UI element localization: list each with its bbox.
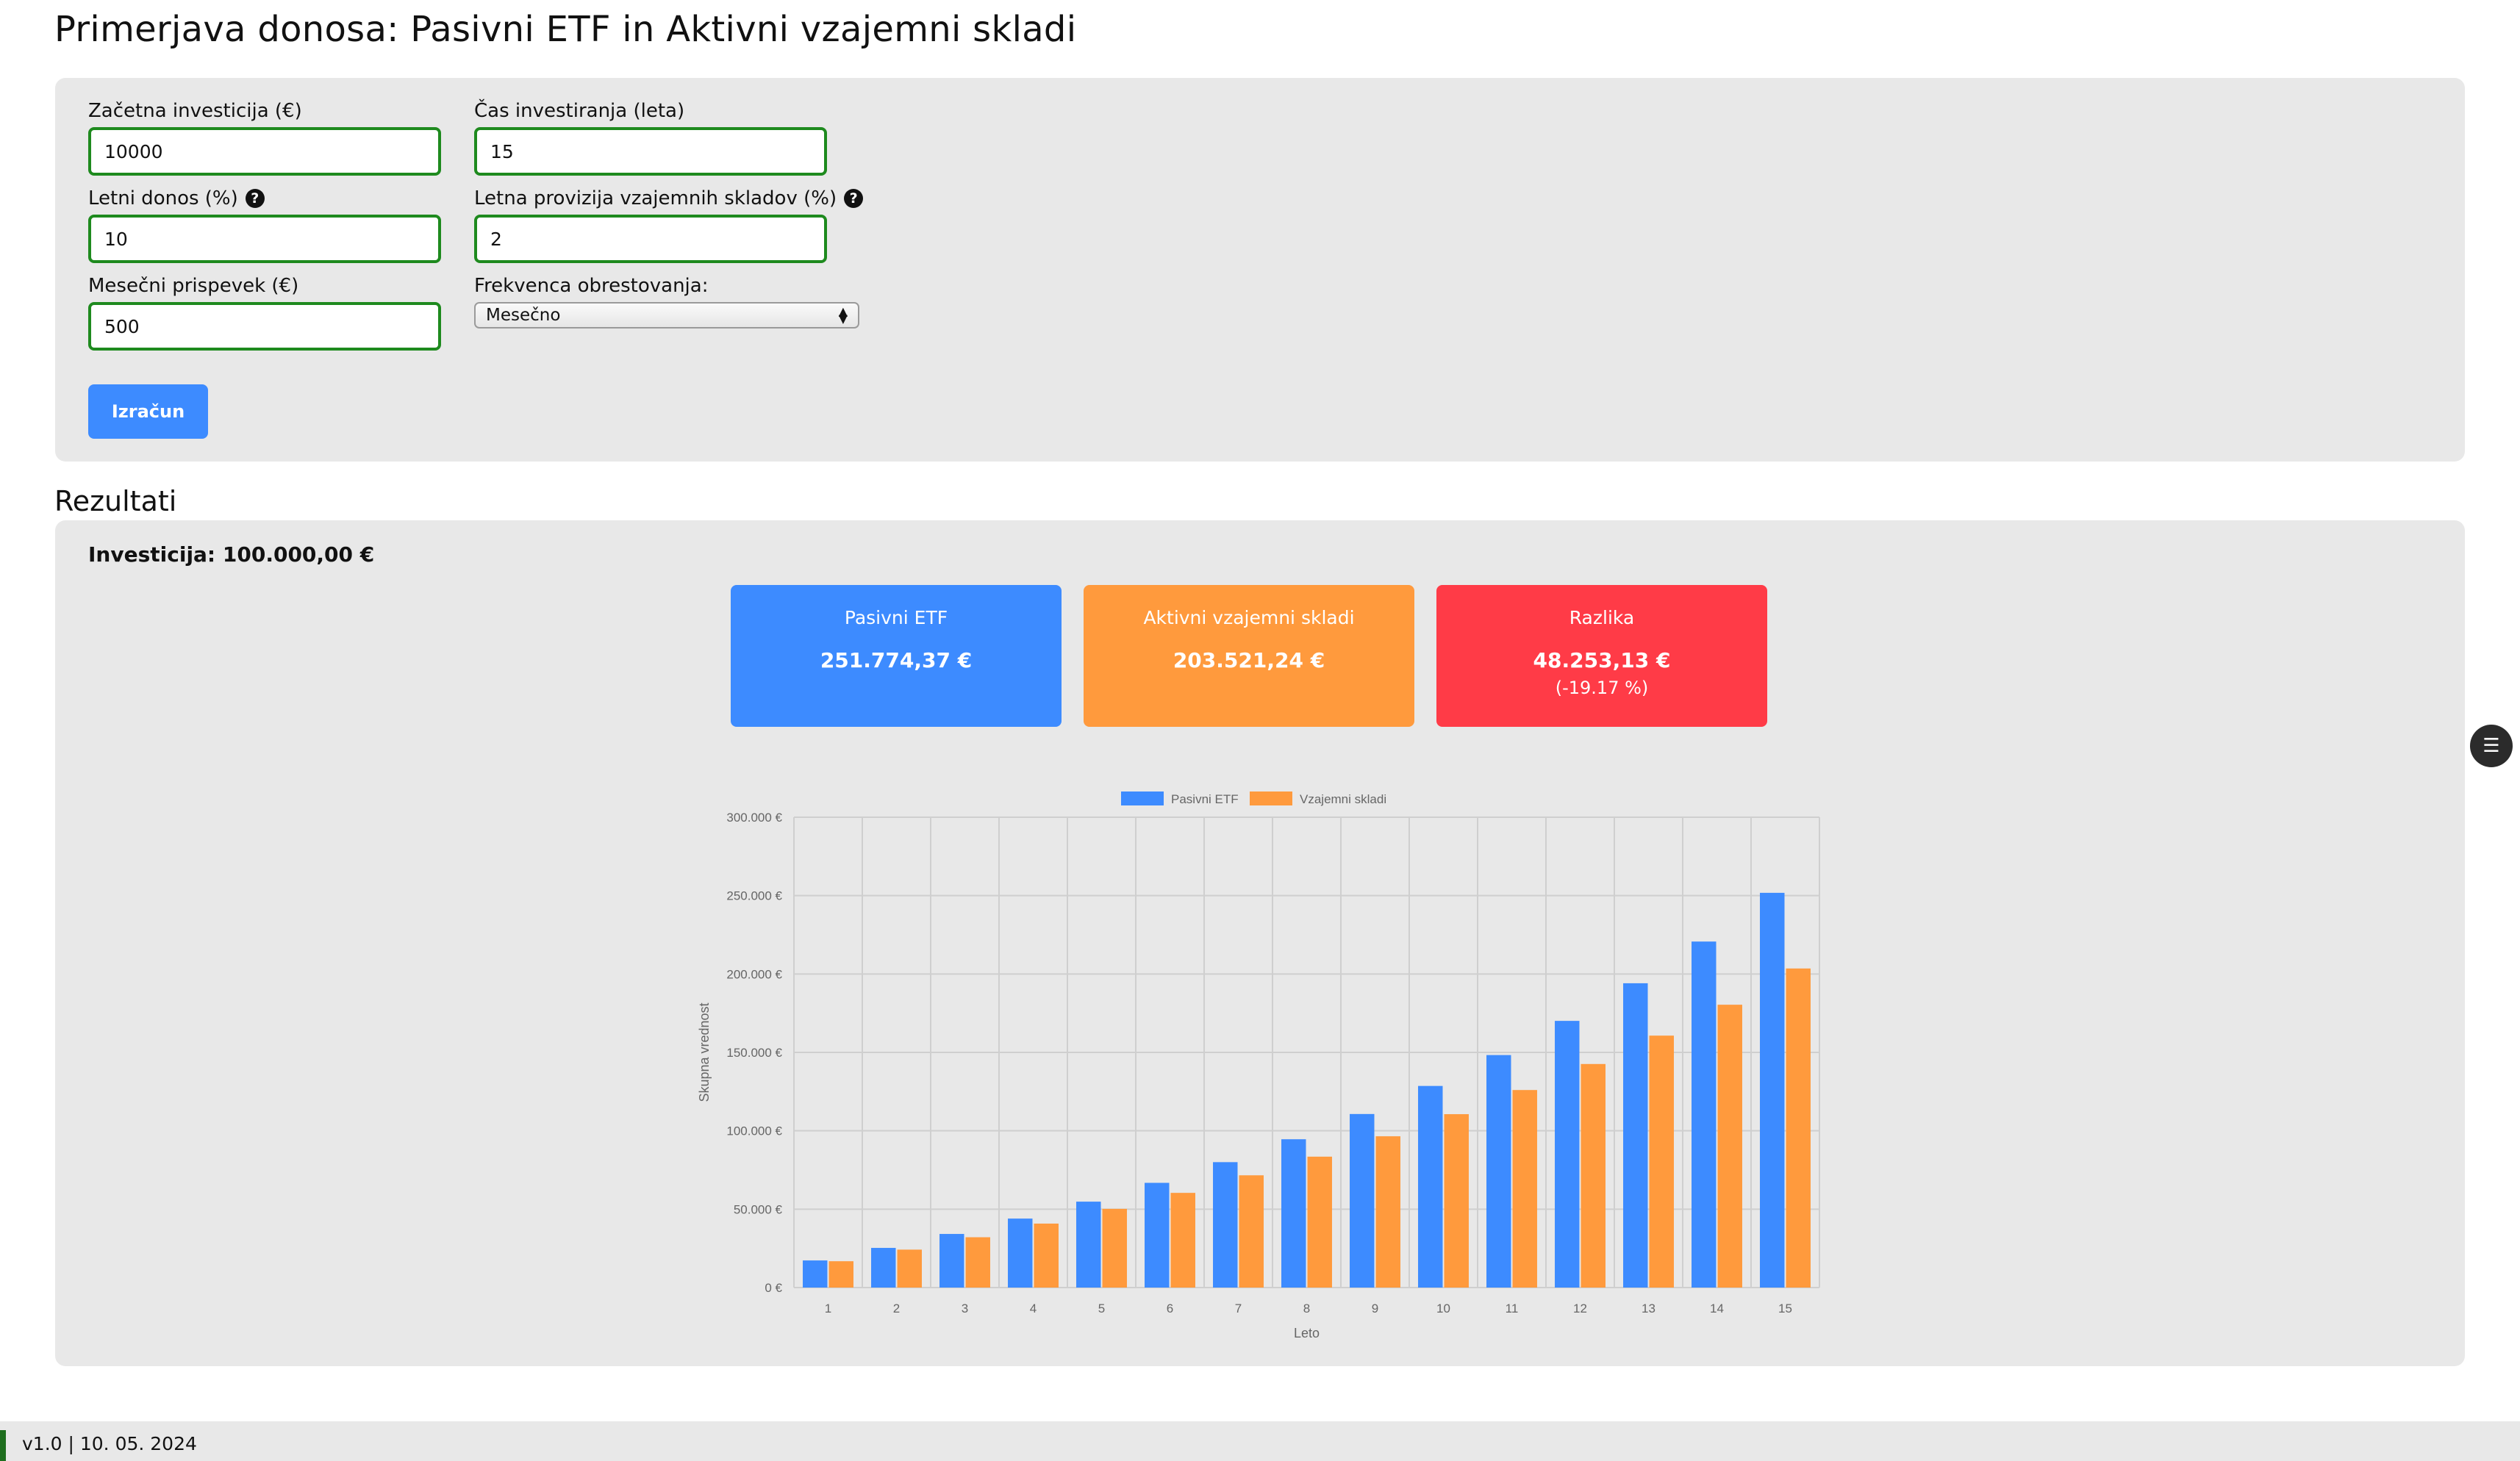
- etf-bar: [1350, 1113, 1375, 1288]
- etf-bar: [803, 1260, 828, 1288]
- fund-fee-label: Letna provizija vzajemnih skladov (%)?: [474, 187, 864, 209]
- etf-result-card: Pasivni ETF 251.774,37 €: [731, 585, 1062, 727]
- funds-bar: [828, 1261, 853, 1288]
- difference-result-card: Razlika 48.253,13 € (-19.17 %): [1436, 585, 1767, 727]
- compounding-label: Frekvenca obrestovanja:: [474, 275, 709, 297]
- x-tick-label: 10: [1436, 1302, 1450, 1315]
- funds-bar: [1034, 1223, 1059, 1288]
- monthly-contribution-label: Mesečni prispevek (€): [88, 275, 299, 297]
- funds-bar: [1375, 1136, 1400, 1288]
- x-tick-label: 13: [1642, 1302, 1655, 1315]
- etf-bar: [1623, 983, 1648, 1288]
- footer-accent: [0, 1430, 6, 1461]
- funds-bar: [1444, 1114, 1469, 1288]
- question-circle-icon[interactable]: ?: [844, 189, 864, 208]
- x-tick-label: 12: [1573, 1302, 1587, 1315]
- x-tick-label: 14: [1710, 1302, 1724, 1315]
- x-tick-label: 7: [1235, 1302, 1242, 1315]
- compounding-selected-value: Mesečno: [486, 306, 561, 325]
- etf-bar: [1213, 1162, 1238, 1288]
- x-tick-label: 6: [1167, 1302, 1173, 1315]
- legend-funds-swatch: [1250, 791, 1292, 805]
- x-tick-label: 11: [1506, 1302, 1519, 1315]
- initial-investment-input[interactable]: [88, 127, 441, 176]
- funds-bar: [965, 1237, 990, 1288]
- legend-etf-label: Pasivni ETF: [1171, 792, 1239, 806]
- y-tick-label: 200.000 €: [726, 967, 782, 981]
- x-tick-label: 4: [1030, 1302, 1037, 1315]
- funds-bar: [1581, 1063, 1606, 1288]
- x-tick-label: 3: [962, 1302, 968, 1315]
- footer: [0, 1421, 2520, 1461]
- results-heading: Rezultati: [54, 485, 177, 517]
- duration-label: Čas investiranja (leta): [474, 100, 685, 122]
- legend-etf-swatch: [1121, 791, 1164, 805]
- calculate-button[interactable]: Izračun: [88, 384, 208, 439]
- y-tick-label: 250.000 €: [726, 889, 782, 903]
- funds-bar: [1512, 1090, 1537, 1288]
- y-tick-label: 100.000 €: [726, 1124, 782, 1138]
- etf-bar: [871, 1248, 896, 1288]
- x-tick-label: 9: [1372, 1302, 1378, 1315]
- difference-card-percent: (-19.17 %): [1555, 678, 1649, 698]
- x-axis-label: Leto: [1294, 1326, 1320, 1340]
- etf-bar: [939, 1234, 964, 1288]
- investment-summary: Investicija: 100.000,00 €: [88, 542, 375, 567]
- y-tick-label: 300.000 €: [726, 811, 782, 825]
- y-axis-label: Skupna vrednost: [697, 1002, 712, 1102]
- y-tick-label: 0 €: [765, 1281, 782, 1295]
- settings-toggle-icon[interactable]: ☰: [2470, 725, 2513, 767]
- funds-result-card: Aktivni vzajemni skladi 203.521,24 €: [1084, 585, 1414, 727]
- difference-card-value: 48.253,13 €: [1533, 648, 1671, 672]
- x-tick-label: 8: [1303, 1302, 1310, 1315]
- etf-bar: [1760, 892, 1785, 1288]
- etf-card-value: 251.774,37 €: [820, 648, 973, 672]
- funds-bar: [1102, 1208, 1127, 1288]
- growth-chart: 0 €50.000 €100.000 €150.000 €200.000 €25…: [684, 779, 1838, 1352]
- etf-card-title: Pasivni ETF: [844, 607, 948, 628]
- etf-bar: [1076, 1202, 1101, 1288]
- funds-bar: [897, 1249, 922, 1288]
- etf-bar: [1281, 1139, 1306, 1288]
- funds-card-value: 203.521,24 €: [1173, 648, 1325, 672]
- compounding-select[interactable]: Mesečno ▲ ▼: [474, 302, 859, 329]
- funds-card-title: Aktivni vzajemni skladi: [1143, 607, 1355, 628]
- etf-bar: [1486, 1055, 1511, 1288]
- etf-bar: [1008, 1218, 1033, 1288]
- growth-chart-svg: 0 €50.000 €100.000 €150.000 €200.000 €25…: [697, 791, 1820, 1340]
- x-tick-label: 15: [1778, 1302, 1792, 1315]
- x-tick-label: 1: [825, 1302, 831, 1315]
- etf-bar: [1145, 1182, 1170, 1288]
- monthly-contribution-input[interactable]: [88, 302, 441, 351]
- initial-investment-label: Začetna investicija (€): [88, 100, 302, 122]
- fund-fee-input[interactable]: [474, 215, 827, 263]
- version-label: v1.0 | 10. 05. 2024: [22, 1433, 197, 1454]
- funds-bar: [1170, 1193, 1195, 1288]
- funds-bar: [1786, 968, 1811, 1288]
- y-tick-label: 150.000 €: [726, 1046, 782, 1060]
- etf-bar: [1692, 941, 1717, 1288]
- select-arrows-icon: ▲ ▼: [838, 304, 848, 326]
- annual-return-input[interactable]: [88, 215, 441, 263]
- funds-bar: [1307, 1156, 1332, 1288]
- etf-bar: [1555, 1021, 1580, 1288]
- y-tick-label: 50.000 €: [734, 1202, 783, 1216]
- etf-bar: [1418, 1085, 1443, 1288]
- funds-bar: [1239, 1175, 1264, 1288]
- difference-card-title: Razlika: [1569, 607, 1635, 628]
- funds-bar: [1717, 1005, 1742, 1288]
- x-tick-label: 2: [893, 1302, 900, 1315]
- page-title: Primerjava donosa: Pasivni ETF in Aktivn…: [54, 9, 1077, 50]
- legend-funds-label: Vzajemni skladi: [1300, 792, 1386, 806]
- question-circle-icon[interactable]: ?: [245, 189, 265, 208]
- annual-return-label: Letni donos (%)?: [88, 187, 265, 209]
- duration-input[interactable]: [474, 127, 827, 176]
- x-tick-label: 5: [1098, 1302, 1105, 1315]
- funds-bar: [1649, 1035, 1674, 1288]
